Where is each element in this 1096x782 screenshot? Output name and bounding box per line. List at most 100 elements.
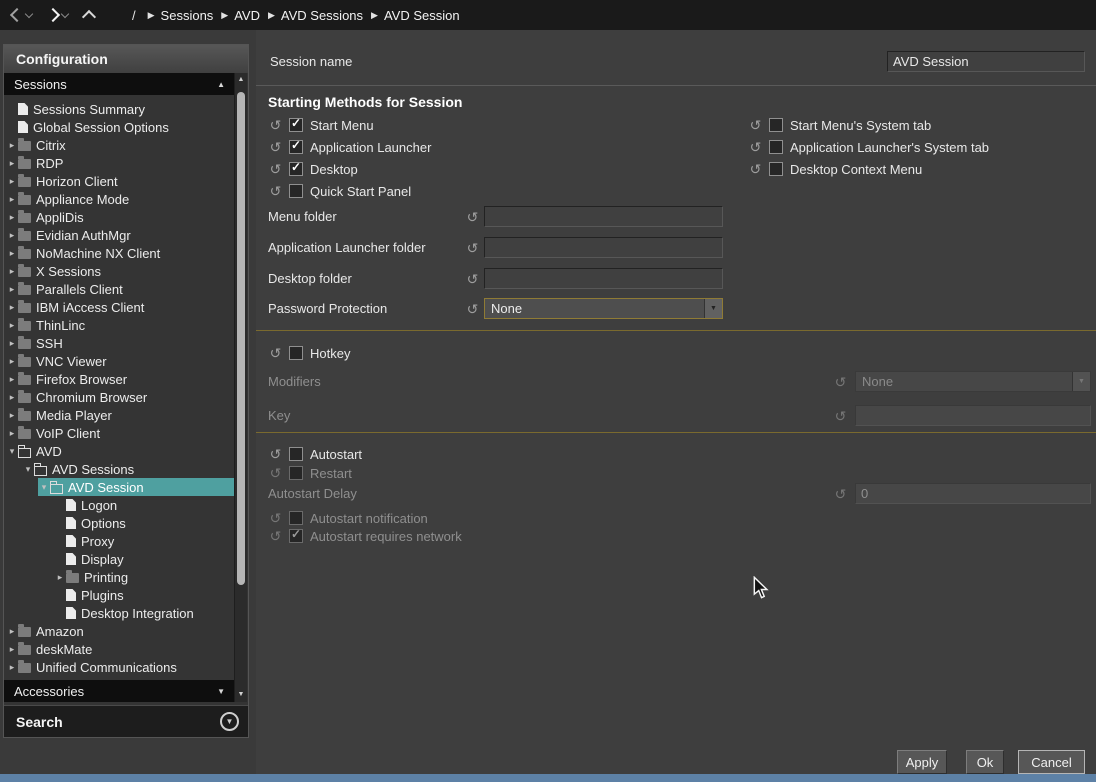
tree-item-options[interactable]: Options <box>54 514 234 532</box>
up-button[interactable] <box>84 9 94 22</box>
checkbox-desktop-context-menu[interactable] <box>769 162 783 176</box>
tree-item-global-session-options[interactable]: Global Session Options <box>6 118 234 136</box>
checkbox-autostart[interactable] <box>289 447 303 461</box>
tree-item-appliance-mode[interactable]: ▸Appliance Mode <box>6 190 234 208</box>
reset-icon[interactable]: ↺ <box>748 162 763 176</box>
apply-button[interactable]: Apply <box>897 750 947 774</box>
reset-icon[interactable]: ↺ <box>268 140 283 154</box>
breadcrumb-item-avd-sessions[interactable]: AVD Sessions <box>281 8 363 23</box>
chevron-right-icon[interactable]: ▸ <box>6 158 18 169</box>
tree-item-firefox-browser[interactable]: ▸Firefox Browser <box>6 370 234 388</box>
tree-item-ssh[interactable]: ▸SSH <box>6 334 234 352</box>
checkbox-start-menu-s-system-tab[interactable] <box>769 118 783 132</box>
checkbox-desktop[interactable] <box>289 162 303 176</box>
chevron-right-icon[interactable]: ▸ <box>6 194 18 205</box>
chevron-right-icon[interactable]: ▸ <box>6 626 18 637</box>
tree-item-rdp[interactable]: ▸RDP <box>6 154 234 172</box>
chevron-down-icon[interactable]: ▾ <box>22 464 34 475</box>
chevron-right-icon[interactable]: ▸ <box>6 320 18 331</box>
application-launcher-folder-input[interactable] <box>484 237 723 258</box>
tree-item-x-sessions[interactable]: ▸X Sessions <box>6 262 234 280</box>
checkbox-hotkey[interactable] <box>289 346 303 360</box>
breadcrumb-item-avd[interactable]: AVD <box>234 8 260 23</box>
tree-item-nomachine-nx-client[interactable]: ▸NoMachine NX Client <box>6 244 234 262</box>
tree-item-thinlinc[interactable]: ▸ThinLinc <box>6 316 234 334</box>
chevron-right-icon[interactable]: ▸ <box>6 392 18 403</box>
tree-item-amazon[interactable]: ▸Amazon <box>6 622 234 640</box>
chevron-right-icon[interactable]: ▸ <box>6 176 18 187</box>
chevron-right-icon[interactable]: ▸ <box>6 230 18 241</box>
chevron-right-icon[interactable]: ▸ <box>6 266 18 277</box>
password-protection-select[interactable]: None▼ <box>484 298 723 319</box>
breadcrumb-root[interactable]: / <box>132 8 136 23</box>
tree-item-chromium-browser[interactable]: ▸Chromium Browser <box>6 388 234 406</box>
checkbox-application-launcher[interactable] <box>289 140 303 154</box>
breadcrumb-item-sessions[interactable]: Sessions <box>161 8 214 23</box>
tree-item-applidis[interactable]: ▸AppliDis <box>6 208 234 226</box>
tree-item-citrix[interactable]: ▸Citrix <box>6 136 234 154</box>
forward-button[interactable] <box>48 10 68 20</box>
tree-item-proxy[interactable]: Proxy <box>54 532 234 550</box>
desktop-folder-input[interactable] <box>484 268 723 289</box>
reset-icon[interactable]: ↺ <box>268 346 283 360</box>
tree-item-avd-sessions[interactable]: ▾AVD Sessions <box>22 460 234 478</box>
tree-item-horizon-client[interactable]: ▸Horizon Client <box>6 172 234 190</box>
tree-item-avd[interactable]: ▾AVD <box>6 442 234 460</box>
tree-item-printing[interactable]: ▸Printing <box>54 568 234 586</box>
reset-icon[interactable]: ↺ <box>465 210 480 224</box>
checkbox-quick-start-panel[interactable] <box>289 184 303 198</box>
tree-item-unified-communications[interactable]: ▸Unified Communications <box>6 658 234 676</box>
back-button[interactable] <box>12 10 32 20</box>
reset-icon[interactable]: ↺ <box>748 118 763 132</box>
chevron-right-icon[interactable]: ▸ <box>6 428 18 439</box>
chevron-right-icon[interactable]: ▸ <box>6 374 18 385</box>
accessories-section-header[interactable]: Accessories ▼ <box>4 680 235 702</box>
reset-icon[interactable]: ↺ <box>748 140 763 154</box>
chevron-down-icon[interactable]: ▾ <box>6 446 18 457</box>
reset-icon[interactable]: ↺ <box>268 184 283 198</box>
chevron-right-icon[interactable]: ▸ <box>6 212 18 223</box>
tree-item-sessions-summary[interactable]: Sessions Summary <box>6 100 234 118</box>
chevron-right-icon[interactable]: ▸ <box>54 572 66 583</box>
tree-item-parallels-client[interactable]: ▸Parallels Client <box>6 280 234 298</box>
tree-item-display[interactable]: Display <box>54 550 234 568</box>
reset-icon[interactable]: ↺ <box>268 447 283 461</box>
tree-scrollbar[interactable]: ▲ ▼ <box>234 73 247 702</box>
reset-icon[interactable]: ↺ <box>268 162 283 176</box>
sessions-section-header[interactable]: Sessions ▲ <box>4 73 235 95</box>
chevron-right-icon[interactable]: ▸ <box>6 410 18 421</box>
reset-icon[interactable]: ↺ <box>465 302 480 316</box>
scrollbar-thumb[interactable] <box>237 92 245 585</box>
checkbox-start-menu[interactable] <box>289 118 303 132</box>
tree-item-plugins[interactable]: Plugins <box>54 586 234 604</box>
tree-item-deskmate[interactable]: ▸deskMate <box>6 640 234 658</box>
search-section-header[interactable]: Search ▼ <box>4 705 248 737</box>
tree-item-voip-client[interactable]: ▸VoIP Client <box>6 424 234 442</box>
chevron-right-icon[interactable]: ▸ <box>6 356 18 367</box>
reset-icon[interactable]: ↺ <box>465 272 480 286</box>
chevron-right-icon[interactable]: ▸ <box>6 662 18 673</box>
scroll-down-icon[interactable]: ▼ <box>235 688 247 702</box>
tree-item-avd-session[interactable]: ▾AVD Session <box>38 478 234 496</box>
cancel-button[interactable]: Cancel <box>1018 750 1085 774</box>
chevron-right-icon[interactable]: ▸ <box>6 284 18 295</box>
search-expand-button[interactable]: ▼ <box>220 712 239 731</box>
session-name-input[interactable] <box>887 51 1085 72</box>
checkbox-application-launcher-s-system-tab[interactable] <box>769 140 783 154</box>
chevron-right-icon[interactable]: ▸ <box>6 302 18 313</box>
scroll-up-icon[interactable]: ▲ <box>235 73 247 87</box>
ok-button[interactable]: Ok <box>966 750 1004 774</box>
reset-icon[interactable]: ↺ <box>465 241 480 255</box>
chevron-down-icon[interactable]: ▾ <box>38 482 50 493</box>
tree-item-desktop-integration[interactable]: Desktop Integration <box>54 604 234 622</box>
tree-item-evidian-authmgr[interactable]: ▸Evidian AuthMgr <box>6 226 234 244</box>
tree-item-logon[interactable]: Logon <box>54 496 234 514</box>
tree-item-media-player[interactable]: ▸Media Player <box>6 406 234 424</box>
breadcrumb-item-avd-session[interactable]: AVD Session <box>384 8 460 23</box>
tree-item-ibm-iaccess-client[interactable]: ▸IBM iAccess Client <box>6 298 234 316</box>
chevron-right-icon[interactable]: ▸ <box>6 644 18 655</box>
tree-item-vnc-viewer[interactable]: ▸VNC Viewer <box>6 352 234 370</box>
menu-folder-input[interactable] <box>484 206 723 227</box>
chevron-right-icon[interactable]: ▸ <box>6 338 18 349</box>
chevron-right-icon[interactable]: ▸ <box>6 248 18 259</box>
